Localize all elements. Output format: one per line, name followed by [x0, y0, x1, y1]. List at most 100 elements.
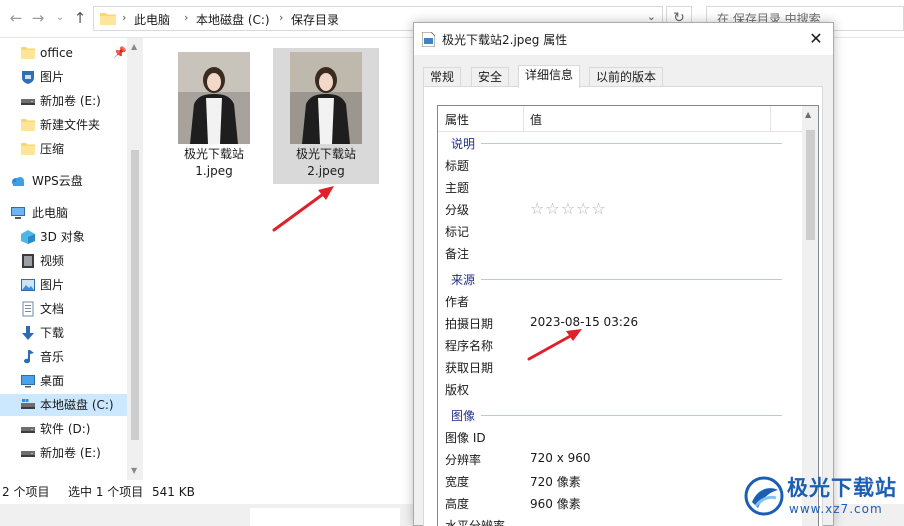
tab-previous-versions[interactable]: 以前的版本: [589, 67, 664, 87]
dialog-titlebar[interactable]: 极光下载站2.jpeg 属性 ✕: [414, 23, 833, 55]
breadcrumb-separator-icon: ›: [122, 11, 127, 24]
music-icon: [24, 350, 34, 364]
property-key: 作者: [445, 295, 470, 309]
sidebar-item-downloads[interactable]: 下载: [0, 322, 127, 344]
background-pane: [250, 508, 400, 526]
breadcrumb-local-disk[interactable]: 本地磁盘 (C:): [196, 11, 270, 28]
sidebar-item-pictures-quick[interactable]: 图片: [0, 66, 127, 88]
sidebar-item-pictures[interactable]: 图片: [0, 274, 127, 296]
sidebar-item-new-folder[interactable]: 新建文件夹: [0, 114, 127, 136]
property-row[interactable]: 获取日期: [438, 356, 802, 378]
section-header-description: 说明: [438, 132, 802, 154]
property-key: 分辨率: [445, 453, 482, 467]
sidebar-item-office[interactable]: office 📌: [0, 42, 127, 64]
dialog-title: 极光下载站2.jpeg 属性: [442, 33, 568, 47]
scroll-up-icon[interactable]: ▲: [131, 42, 137, 51]
drive-icon: [21, 427, 35, 433]
folder-icon: [21, 143, 35, 155]
sidebar-item-label: 新加卷 (E:): [40, 446, 101, 460]
breadcrumb-separator-icon: ›: [184, 11, 189, 24]
tab-security[interactable]: 安全: [471, 67, 510, 87]
property-key: 程序名称: [445, 339, 494, 353]
breadcrumb-save-folder[interactable]: 保存目录: [291, 11, 339, 28]
sidebar-item-label: 下载: [40, 326, 65, 340]
pictures-shield-icon: [22, 71, 34, 84]
sidebar-item-videos[interactable]: 视频: [0, 250, 127, 272]
file-item-selected[interactable]: 极光下载站 2.jpeg: [273, 48, 379, 184]
property-row[interactable]: 标记: [438, 220, 802, 242]
up-arrow-icon[interactable]: ↑: [70, 8, 90, 28]
desktop-icon: [21, 375, 35, 388]
property-row[interactable]: 分辨率 720 x 960: [438, 448, 802, 470]
sidebar-item-label: 视频: [40, 254, 65, 268]
property-key: 主题: [445, 181, 470, 195]
sidebar-item-volume-e[interactable]: 新加卷 (E:): [0, 442, 127, 464]
scroll-down-icon[interactable]: ▼: [131, 466, 137, 475]
property-list-scrollbar-thumb[interactable]: [806, 130, 815, 240]
image-thumbnail: [290, 52, 362, 144]
property-key: 分级: [445, 203, 470, 217]
sidebar-item-volume-e-quick[interactable]: 新加卷 (E:): [0, 90, 127, 112]
navigation-pane: office 📌 图片 新加卷 (E:) 新建文件夹 压缩 WPS云盘 此电脑: [0, 38, 143, 480]
sidebar-scrollbar-thumb[interactable]: [131, 150, 139, 440]
property-key: 标题: [445, 159, 470, 173]
property-row[interactable]: 程序名称: [438, 334, 802, 356]
sidebar-item-label: 图片: [40, 278, 65, 292]
column-header-value[interactable]: 值: [530, 111, 542, 128]
sidebar-item-this-pc[interactable]: 此电脑: [0, 202, 127, 224]
sidebar-item-label: 桌面: [40, 374, 65, 388]
property-row[interactable]: 主题: [438, 176, 802, 198]
property-row-date-taken[interactable]: 拍摄日期 2023-08-15 03:26: [438, 312, 802, 334]
recent-locations-chevron-icon[interactable]: ⌄: [50, 8, 70, 28]
back-arrow-icon[interactable]: ←: [6, 8, 26, 28]
property-key: 标记: [445, 225, 470, 239]
property-list[interactable]: 属性 值 说明 标题 主题 分级 ☆☆☆☆☆ 标记 备注 来源 作者 拍摄日期 20…: [437, 105, 819, 526]
property-row[interactable]: 标题: [438, 154, 802, 176]
sidebar-item-3d-objects[interactable]: 3D 对象: [0, 226, 127, 248]
watermark-text: 极光下载站: [787, 476, 897, 500]
file-name: 极光下载站 2.jpeg: [295, 147, 356, 178]
sidebar-item-software-d[interactable]: 软件 (D:): [0, 418, 127, 440]
column-divider[interactable]: [523, 106, 524, 132]
file-item[interactable]: 极光下载站 1.jpeg: [161, 48, 267, 184]
sidebar-item-label: 图片: [40, 70, 65, 84]
property-key: 拍摄日期: [445, 317, 494, 331]
pin-icon[interactable]: 📌: [113, 42, 127, 64]
property-row-rating[interactable]: 分级 ☆☆☆☆☆: [438, 198, 802, 220]
sidebar-item-wps-cloud[interactable]: WPS云盘: [0, 170, 127, 192]
sidebar-item-compress[interactable]: 压缩: [0, 138, 127, 160]
sidebar-item-label: 3D 对象: [40, 230, 85, 244]
list-header: 属性 值: [438, 106, 802, 132]
property-key: 图像 ID: [445, 431, 486, 445]
rating-stars-icon[interactable]: ☆☆☆☆☆: [530, 199, 607, 218]
status-bar: 2 个项目 选中 1 个项目 541 KB: [0, 480, 413, 504]
download-icon: [22, 326, 34, 340]
drive-icon: [21, 451, 35, 457]
close-icon[interactable]: ✕: [806, 29, 826, 49]
sidebar-item-local-disk-c[interactable]: 本地磁盘 (C:): [0, 394, 127, 416]
documents-icon: [22, 301, 34, 317]
sidebar-item-documents[interactable]: 文档: [0, 298, 127, 320]
tab-general[interactable]: 常规: [423, 67, 462, 87]
sidebar-item-desktop[interactable]: 桌面: [0, 370, 127, 392]
property-row[interactable]: 备注: [438, 242, 802, 264]
sidebar-item-label: 新建文件夹: [40, 118, 101, 132]
watermark-logo: 极光下载站 www.xz7.com: [742, 472, 902, 522]
sidebar-item-label: 软件 (D:): [40, 422, 91, 436]
video-icon: [22, 254, 34, 268]
property-value: 720 x 960: [530, 451, 591, 465]
property-row[interactable]: 图像 ID: [438, 426, 802, 448]
3d-objects-icon: [21, 230, 35, 244]
column-divider[interactable]: [770, 106, 771, 132]
column-header-property[interactable]: 属性: [445, 111, 469, 128]
tab-details[interactable]: 详细信息: [518, 65, 581, 88]
breadcrumb-this-pc[interactable]: 此电脑: [134, 11, 170, 28]
sidebar-item-music[interactable]: 音乐: [0, 346, 127, 368]
scroll-up-icon[interactable]: ▲: [805, 110, 811, 119]
property-row[interactable]: 作者: [438, 290, 802, 312]
forward-arrow-icon[interactable]: →: [28, 8, 48, 28]
property-row[interactable]: 版权: [438, 378, 802, 400]
properties-dialog: 极光下载站2.jpeg 属性 ✕ 常规 安全 详细信息 以前的版本 属性 值 说…: [413, 22, 834, 526]
section-divider: [481, 279, 782, 280]
annotation-arrow-icon: [272, 186, 334, 232]
